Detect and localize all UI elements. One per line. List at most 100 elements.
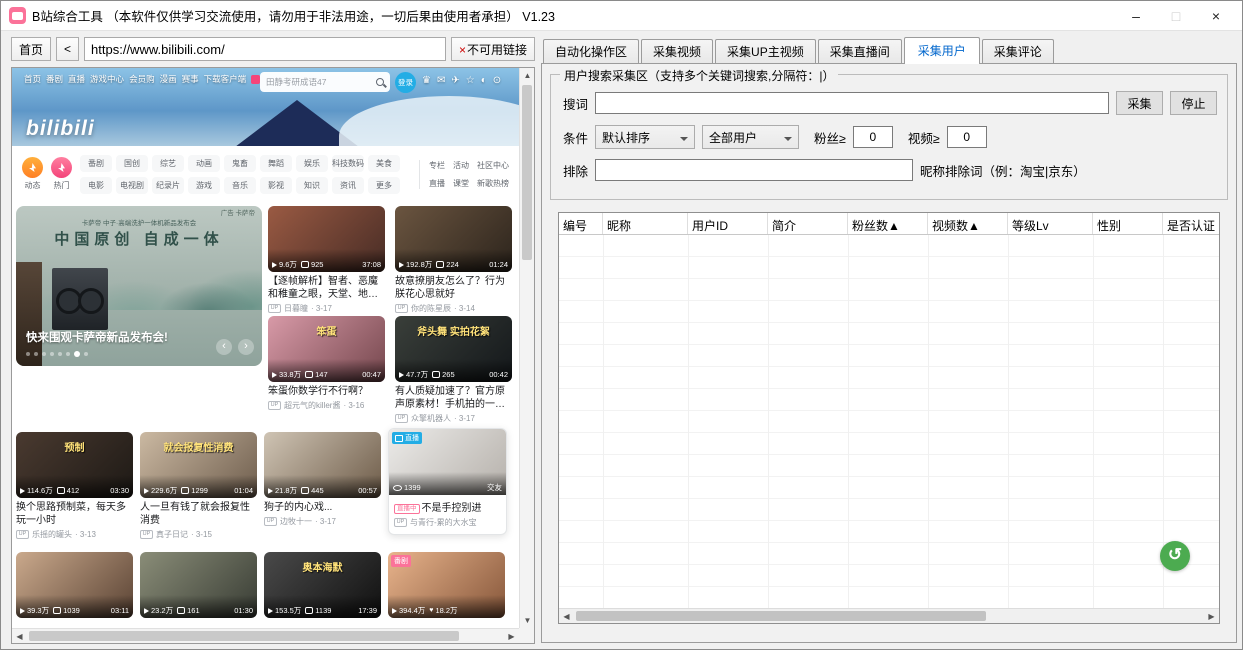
back-button[interactable]: < [56, 37, 79, 61]
scroll-left-icon[interactable]: ◀ [12, 629, 27, 644]
panel-tab[interactable]: 采集UP主视频 [715, 39, 816, 63]
video-title[interactable]: 【逐帧解析】智者、恶魔和稚童之眼，天堂、地狱与人间[鬼妈妈... [268, 275, 385, 301]
scroll-left-icon[interactable]: ◀ [559, 609, 574, 624]
login-button[interactable]: 登录 [395, 72, 416, 93]
carousel-dot[interactable] [84, 352, 88, 356]
bili-nav-item[interactable]: 番剧 [46, 73, 63, 85]
table-column-header[interactable]: 视频数▲ [928, 213, 1008, 234]
header-icon[interactable]: ☆ [466, 75, 475, 86]
side-link[interactable]: 社区中心 [477, 160, 509, 171]
video-uploader[interactable]: 日暮瞳3-17 [268, 303, 385, 314]
feed-tab[interactable]: 热门 [51, 157, 72, 191]
category-pill[interactable]: 电视剧 [116, 177, 148, 194]
video-title[interactable]: 狗子的内心戏... [264, 501, 381, 514]
panel-tab[interactable]: 采集视频 [641, 39, 713, 63]
video-card[interactable]: 笨蛋 33.8万 147 00:47 [268, 316, 385, 424]
bili-nav-item[interactable]: 游戏中心 [90, 73, 124, 85]
carousel-dot[interactable] [42, 352, 46, 356]
carousel-dot[interactable] [74, 351, 80, 357]
category-pill[interactable]: 电影 [80, 177, 112, 194]
bili-nav-item[interactable]: 赛事 [182, 73, 199, 85]
bili-nav-item[interactable]: 直播 [68, 73, 85, 85]
video-thumbnail[interactable]: 斧头舞 实拍花絮 47.7万 265 00:42 [395, 316, 512, 382]
panel-tab[interactable]: 采集用户 [904, 37, 980, 64]
carousel-prev-icon[interactable]: ‹ [216, 339, 232, 355]
category-pill[interactable]: 影视 [260, 177, 292, 194]
sort-select[interactable]: 默认排序 [595, 125, 695, 149]
category-pill[interactable]: 舞蹈 [260, 155, 292, 172]
link-status-button[interactable]: ×不可用链接 [451, 37, 535, 61]
carousel-dot[interactable] [66, 352, 70, 356]
video-uploader[interactable]: 与青行-累的大水宝 [394, 517, 501, 528]
category-pill[interactable]: 科技数码 [332, 155, 364, 172]
side-link[interactable]: 新歌热榜 [477, 178, 509, 189]
side-link[interactable]: 专栏 [429, 160, 445, 171]
table-column-header[interactable]: 昵称 [603, 213, 688, 234]
home-button[interactable]: 首页 [11, 37, 51, 61]
video-uploader[interactable]: 边牧十一3-17 [264, 516, 381, 527]
table-scrollbar-thumb[interactable] [576, 611, 986, 621]
panel-tab[interactable]: 采集评论 [982, 39, 1054, 63]
video-title[interactable]: 笨蛋你数学行不行啊？ [268, 385, 385, 398]
table-horizontal-scrollbar[interactable]: ◀ ▶ [559, 608, 1219, 623]
header-icon[interactable]: ✈ [451, 75, 459, 86]
video-thumbnail[interactable]: 直播 1399 [389, 429, 506, 495]
panel-tab[interactable]: 采集直播间 [818, 39, 902, 63]
category-pill[interactable]: 美食 [368, 155, 400, 172]
video-card[interactable]: 就会报复性消费 229.6万 1299 01:04 [140, 432, 257, 540]
video-uploader[interactable]: 乐摇的罐头3-13 [16, 529, 133, 540]
horizontal-scrollbar-thumb[interactable] [29, 631, 459, 641]
category-pill[interactable]: 更多 [368, 177, 400, 194]
url-input[interactable] [84, 37, 446, 61]
table-column-header[interactable]: 是否认证 [1163, 213, 1219, 234]
category-pill[interactable]: 娱乐 [296, 155, 328, 172]
table-column-header[interactable]: 等级Lv [1008, 213, 1093, 234]
carousel-dot[interactable] [26, 352, 30, 356]
video-title[interactable]: 直播中不是手控别进 [394, 502, 501, 515]
panel-tab[interactable]: 自动化操作区 [543, 39, 639, 63]
video-card[interactable]: 直播 1399 [388, 428, 507, 535]
carousel-next-icon[interactable]: › [238, 339, 254, 355]
bili-search-box[interactable]: 田静考研成语47 [260, 72, 390, 92]
side-link[interactable]: 直播 [429, 178, 445, 189]
video-card[interactable]: 21.8万 445 00:57 [264, 432, 381, 527]
category-pill[interactable]: 资讯 [332, 177, 364, 194]
scroll-right-icon[interactable]: ▶ [1204, 609, 1219, 624]
video-uploader[interactable]: 你的陈星辰3-14 [395, 303, 512, 314]
video-thumbnail[interactable]: 9.6万 925 37:08 [268, 206, 385, 272]
bili-nav-item[interactable]: 首页 [24, 73, 41, 85]
minimize-icon[interactable]: – [1116, 2, 1156, 30]
carousel-dot[interactable] [58, 352, 62, 356]
carousel-dot[interactable] [34, 352, 38, 356]
table-column-header[interactable]: 性别 [1093, 213, 1163, 234]
fans-min-input[interactable] [853, 126, 893, 148]
scroll-right-icon[interactable]: ▶ [504, 629, 519, 644]
stop-button[interactable]: 停止 [1170, 91, 1217, 115]
category-pill[interactable]: 综艺 [152, 155, 184, 172]
video-uploader[interactable]: 众擎机器人3-17 [395, 413, 512, 424]
exclude-input[interactable] [595, 159, 913, 181]
vertical-scrollbar[interactable]: ▲ ▼ [519, 68, 534, 628]
video-title[interactable]: 故意撩朋友怎么了？行为朕花心思就好 [395, 275, 512, 301]
video-thumbnail[interactable]: 192.8万 224 01:24 [395, 206, 512, 272]
maximize-icon[interactable]: □ [1156, 2, 1196, 30]
header-icon[interactable]: ✉ [437, 75, 445, 86]
search-icon[interactable] [376, 78, 384, 86]
collect-button[interactable]: 采集 [1116, 91, 1163, 115]
bili-nav-item[interactable]: 会员购 [129, 73, 155, 85]
scope-select[interactable]: 全部用户 [702, 125, 799, 149]
video-card[interactable]: 奥本海默 153.5万 1139 17:39 [264, 552, 381, 618]
video-thumbnail[interactable]: 21.8万 445 00:57 [264, 432, 381, 498]
refresh-button[interactable]: ↺ [1160, 541, 1190, 571]
video-uploader[interactable]: 超元气的killer酱3-16 [268, 400, 385, 411]
side-link[interactable]: 课堂 [453, 178, 469, 189]
table-column-header[interactable]: 粉丝数▲ [848, 213, 928, 234]
category-pill[interactable]: 音乐 [224, 177, 256, 194]
video-card[interactable]: 9.6万 925 37:08 [268, 206, 385, 314]
scroll-down-icon[interactable]: ▼ [520, 613, 535, 628]
category-pill[interactable]: 番剧 [80, 155, 112, 172]
horizontal-scrollbar[interactable]: ◀ ▶ [12, 628, 519, 643]
video-title[interactable]: 人一旦有钱了就会报复性消费 [140, 501, 257, 527]
close-icon[interactable]: × [1196, 2, 1236, 30]
header-icon[interactable]: ♛ [422, 75, 431, 86]
